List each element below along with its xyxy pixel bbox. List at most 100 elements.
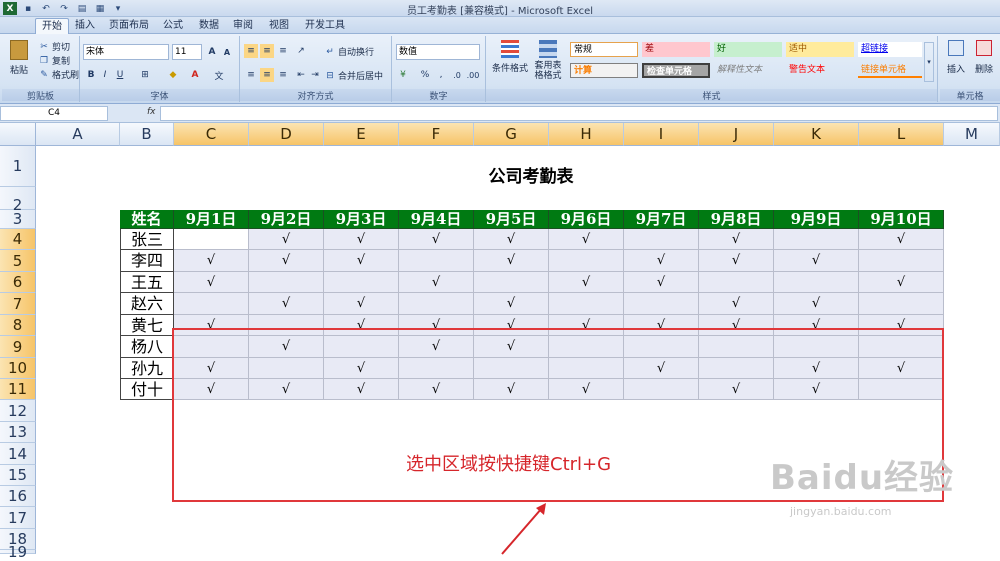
style-linked-cell[interactable]: 链接单元格 [858, 63, 922, 78]
attendance-cell[interactable]: √ [624, 315, 699, 336]
row-header-13[interactable]: 13 [0, 422, 36, 443]
attendance-cell[interactable]: √ [859, 272, 944, 293]
cut-button[interactable]: ✂ 剪切 [38, 40, 70, 54]
attendance-cell[interactable]: √ [699, 250, 774, 272]
number-format-select[interactable]: 数值 [396, 44, 480, 60]
style-bad[interactable]: 差 [642, 42, 710, 57]
attendance-cell[interactable]: √ [624, 250, 699, 272]
tab-home[interactable]: 开始 [35, 18, 69, 34]
column-header-c[interactable]: C [174, 123, 249, 146]
attendance-cell[interactable] [474, 358, 549, 379]
tab-review[interactable]: 审阅 [230, 18, 256, 34]
attendance-cell[interactable]: √ [249, 229, 324, 250]
column-header-k[interactable]: K [774, 123, 859, 146]
row-header-1[interactable]: 1 [0, 146, 36, 187]
currency-icon[interactable]: ¥ [396, 68, 410, 82]
align-top-icon[interactable]: ≡ [244, 44, 258, 58]
row-header-15[interactable]: 15 [0, 465, 36, 486]
delete-button[interactable]: 删除 [972, 40, 996, 75]
attendance-cell[interactable]: √ [399, 336, 474, 358]
row-header-2[interactable]: 2 [0, 187, 36, 214]
comma-button[interactable]: , [434, 68, 448, 82]
row-header-4[interactable]: 4 [0, 229, 36, 250]
font-color-icon[interactable]: A [188, 68, 202, 82]
row-header-9[interactable]: 9 [0, 336, 36, 358]
attendance-cell[interactable]: √ [174, 315, 249, 336]
employee-name-cell[interactable]: 黄七 [120, 315, 174, 336]
attendance-cell[interactable] [174, 293, 249, 315]
tab-page-layout[interactable]: 页面布局 [106, 18, 152, 34]
attendance-cell[interactable]: √ [174, 272, 249, 293]
italic-button[interactable]: I [98, 68, 112, 82]
employee-name-cell[interactable]: 王五 [120, 272, 174, 293]
attendance-cell[interactable] [549, 336, 624, 358]
border-icon[interactable]: ⊞ [138, 68, 152, 82]
format-as-table-button[interactable]: 套用表格格式 [532, 40, 564, 81]
attendance-cell[interactable]: √ [474, 250, 549, 272]
attendance-cell[interactable]: √ [324, 315, 399, 336]
attendance-cell[interactable] [624, 379, 699, 400]
attendance-cell[interactable]: √ [699, 293, 774, 315]
header-date-cell[interactable]: 9月4日 [399, 210, 474, 229]
align-bottom-icon[interactable]: ≡ [276, 44, 290, 58]
attendance-cell[interactable]: √ [774, 250, 859, 272]
attendance-cell[interactable] [174, 336, 249, 358]
font-name-select[interactable]: 宋体 [83, 44, 169, 60]
copy-button[interactable]: ❐ 复制 [38, 54, 70, 68]
styles-scroll-icon[interactable]: ▾ [924, 42, 934, 82]
attendance-cell[interactable] [549, 293, 624, 315]
header-date-cell[interactable]: 9月6日 [549, 210, 624, 229]
attendance-cell[interactable] [474, 272, 549, 293]
row-header-19[interactable]: 19 [0, 545, 36, 560]
attendance-cell[interactable]: √ [859, 358, 944, 379]
row-header-10[interactable]: 10 [0, 358, 36, 379]
attendance-cell[interactable]: √ [174, 379, 249, 400]
attendance-cell[interactable] [324, 272, 399, 293]
align-right-icon[interactable]: ≡ [276, 68, 290, 82]
attendance-cell[interactable]: √ [699, 379, 774, 400]
tab-formulas[interactable]: 公式 [160, 18, 186, 34]
row-header-6[interactable]: 6 [0, 272, 36, 293]
grow-font-icon[interactable]: A [205, 45, 219, 59]
attendance-cell[interactable] [399, 293, 474, 315]
attendance-cell[interactable]: √ [774, 315, 859, 336]
attendance-cell[interactable] [699, 272, 774, 293]
attendance-cell[interactable] [624, 293, 699, 315]
column-header-g[interactable]: G [474, 123, 549, 146]
percent-button[interactable]: % [418, 68, 432, 82]
attendance-cell[interactable] [699, 336, 774, 358]
underline-button[interactable]: U [113, 68, 127, 82]
align-middle-icon[interactable]: ≡ [260, 44, 274, 58]
column-header-f[interactable]: F [399, 123, 474, 146]
attendance-cell[interactable]: √ [399, 315, 474, 336]
attendance-cell[interactable]: √ [474, 293, 549, 315]
sheet-title[interactable]: 公司考勤表 [120, 146, 942, 187]
attendance-cell[interactable] [859, 379, 944, 400]
attendance-cell[interactable]: √ [249, 379, 324, 400]
phonetic-icon[interactable]: 文 [212, 68, 226, 82]
formula-input[interactable] [160, 106, 998, 121]
header-date-cell[interactable]: 9月7日 [624, 210, 699, 229]
header-name-cell[interactable]: 姓名 [120, 210, 174, 229]
row-header-3[interactable]: 3 [0, 210, 36, 229]
style-normal[interactable]: 常规 [570, 42, 638, 57]
insert-button[interactable]: 插入 [944, 40, 968, 75]
conditional-format-button[interactable]: 条件格式 [490, 40, 530, 74]
attendance-cell[interactable]: √ [324, 229, 399, 250]
row-header-16[interactable]: 16 [0, 486, 36, 507]
header-date-cell[interactable]: 9月9日 [774, 210, 859, 229]
attendance-cell[interactable]: √ [549, 315, 624, 336]
row-header-8[interactable]: 8 [0, 315, 36, 336]
attendance-cell[interactable]: √ [399, 229, 474, 250]
attendance-cell[interactable]: √ [324, 358, 399, 379]
attendance-cell[interactable] [624, 229, 699, 250]
increase-decimal-icon[interactable]: .0 [450, 68, 464, 82]
wrap-text-button[interactable]: ↵ 自动换行 [324, 45, 374, 59]
tab-view[interactable]: 视图 [266, 18, 292, 34]
column-header-b[interactable]: B [120, 123, 174, 146]
attendance-cell[interactable] [774, 272, 859, 293]
attendance-cell[interactable] [174, 229, 249, 250]
column-header-l[interactable]: L [859, 123, 944, 146]
attendance-cell[interactable]: √ [249, 293, 324, 315]
worksheet-grid[interactable]: ABCDEFGHIJKLM 1 2 3 4 5 6 7 8 9 10 11 12 13 14 15 16 17 1… [0, 123, 1000, 560]
